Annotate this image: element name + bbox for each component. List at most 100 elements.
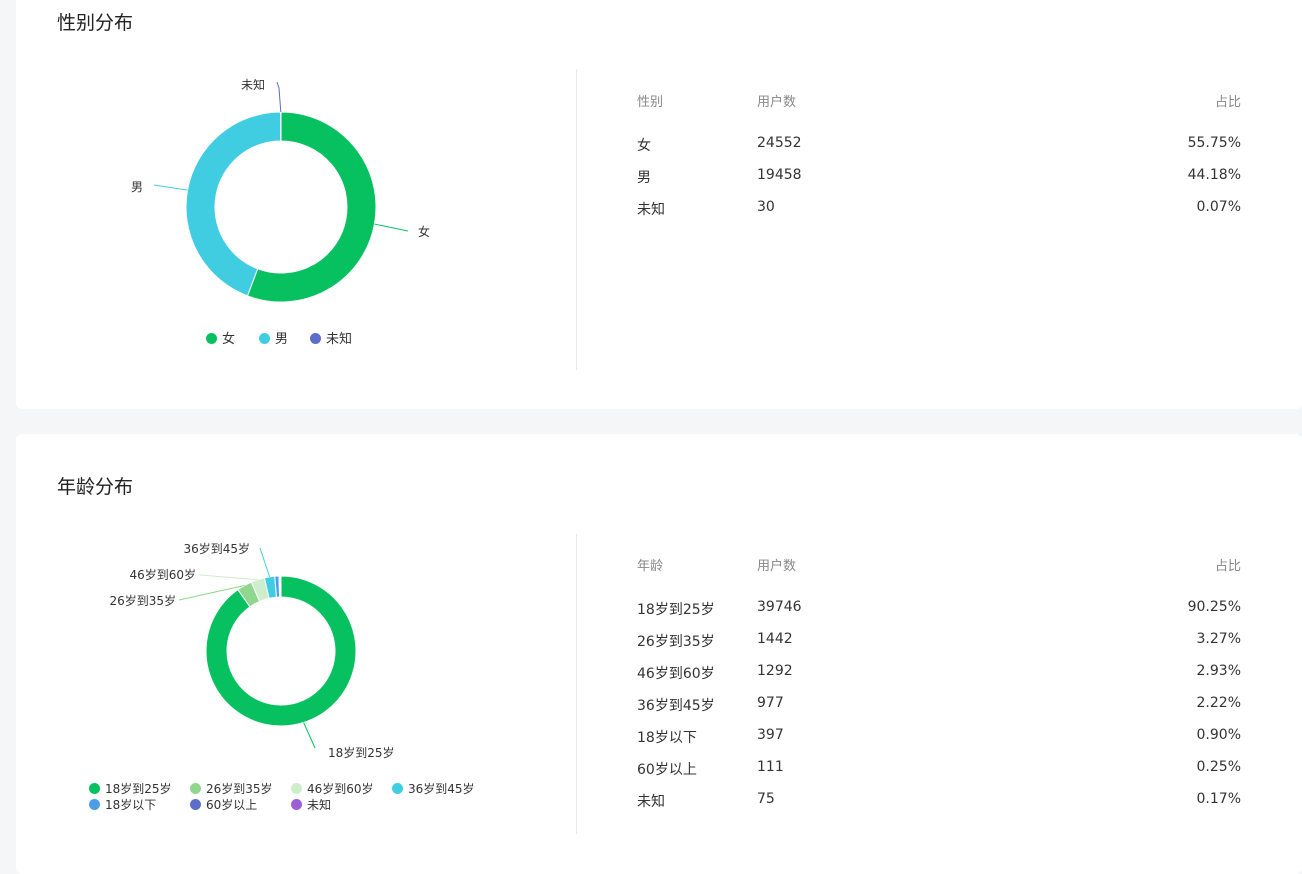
legend-label: 26岁到35岁: [206, 782, 273, 796]
row-percent: 0.90%: [1197, 727, 1241, 743]
leader-line: [304, 723, 315, 748]
table-row: 未知 75 0.17%: [637, 791, 1241, 823]
row-label: 未知: [637, 791, 665, 811]
header-percent: 占比: [1215, 555, 1241, 574]
row-percent: 0.17%: [1197, 791, 1241, 807]
gender-donut-chart: 女男未知: [16, 0, 576, 409]
row-count: 75: [757, 791, 775, 807]
row-count: 19458: [757, 167, 802, 183]
pie-slice-7[interactable]: [280, 576, 281, 597]
legend-dot: [89, 799, 100, 810]
legend-label: 18岁到25岁: [105, 782, 172, 796]
slice-label: 未知: [241, 78, 265, 92]
age-divider: [576, 534, 577, 834]
leader-line: [374, 224, 408, 231]
row-count: 24552: [757, 135, 802, 151]
leader-line: [154, 185, 188, 190]
legend-item-unknown[interactable]: 未知: [291, 797, 331, 813]
gender-card: 性别分布 女男未知 女 男 未知 性别 用户数 占比 女2455255.75% …: [16, 0, 1302, 409]
row-count: 111: [757, 759, 784, 775]
row-percent: 0.25%: [1197, 759, 1241, 775]
table-row: 男 19458 44.18%: [637, 167, 1241, 199]
legend-dot: [190, 783, 201, 794]
pie-slice-1[interactable]: [206, 576, 356, 726]
table-row: 18岁以下 397 0.90%: [637, 727, 1241, 759]
row-percent: 55.75%: [1188, 135, 1241, 151]
legend-label: 男: [275, 332, 288, 347]
row-count: 397: [757, 727, 784, 743]
header-gender: 性别: [637, 91, 663, 110]
table-header: 年龄 用户数 占比: [637, 555, 1241, 575]
legend-label: 未知: [307, 798, 331, 812]
row-label: 46岁到60岁: [637, 663, 715, 683]
legend-label: 未知: [326, 332, 352, 347]
legend-item-unknown[interactable]: 未知: [310, 332, 352, 348]
table-row: 46岁到60岁 1292 2.93%: [637, 663, 1241, 695]
header-age: 年龄: [637, 555, 663, 574]
row-label: 36岁到45岁: [637, 695, 715, 715]
row-label: 男: [637, 167, 651, 187]
row-percent: 90.25%: [1188, 599, 1241, 615]
table-row: 18岁到25岁 39746 90.25%: [637, 599, 1241, 631]
legend-dot: [89, 783, 100, 794]
age-card: 年龄分布 18岁到25岁26岁到35岁46岁到60岁36岁到45岁 18岁到25…: [16, 434, 1302, 874]
row-label: 未知: [637, 199, 665, 219]
legend-item-26-35[interactable]: 26岁到35岁: [190, 781, 273, 797]
gender-divider: [576, 69, 577, 370]
legend-dot: [259, 333, 270, 344]
legend-dot: [206, 333, 217, 344]
row-count: 30: [757, 199, 775, 215]
slice-label: 18岁到25岁: [328, 745, 395, 760]
table-row: 60岁以上 111 0.25%: [637, 759, 1241, 791]
legend-item-46-60[interactable]: 46岁到60岁: [291, 781, 374, 797]
legend-dot: [291, 783, 302, 794]
legend-item-under-18[interactable]: 18岁以下: [89, 797, 156, 813]
legend-dot: [291, 799, 302, 810]
leader-line: [277, 82, 281, 112]
legend-dot: [190, 799, 201, 810]
legend-item-18-25[interactable]: 18岁到25岁: [89, 781, 172, 797]
row-count: 1442: [757, 631, 793, 647]
row-label: 60岁以上: [637, 759, 697, 779]
slice-label: 26岁到35岁: [109, 593, 176, 608]
row-percent: 44.18%: [1188, 167, 1241, 183]
age-table: 年龄 用户数 占比 18岁到25岁 39746 90.25% 26岁到35岁 1442…: [637, 555, 1241, 823]
legend-item-over-60[interactable]: 60岁以上: [190, 797, 257, 813]
row-percent: 0.07%: [1197, 199, 1241, 215]
header-users: 用户数: [757, 91, 796, 110]
row-count: 39746: [757, 599, 802, 615]
row-label: 女: [637, 135, 651, 155]
row-label: 18岁到25岁: [637, 599, 715, 619]
row-percent: 3.27%: [1197, 631, 1241, 647]
table-row: 未知 30 0.07%: [637, 199, 1241, 231]
slice-label: 女: [418, 224, 430, 239]
slice-label: 46岁到60岁: [129, 567, 196, 582]
leader-line: [200, 575, 258, 580]
pie-slice-2[interactable]: [186, 112, 281, 296]
row-percent: 2.93%: [1197, 663, 1241, 679]
legend-label: 46岁到60岁: [307, 782, 374, 796]
table-header: 性别 用户数 占比: [637, 91, 1241, 111]
slice-label: 男: [131, 180, 143, 194]
row-percent: 2.22%: [1197, 695, 1241, 711]
leader-line: [260, 548, 270, 577]
legend-dot: [392, 783, 403, 794]
row-count: 1292: [757, 663, 793, 679]
gender-table: 性别 用户数 占比 女 24552 55.75% 男 19458 44.18% 未知 30…: [637, 91, 1241, 231]
row-count: 977: [757, 695, 784, 711]
legend-label: 36岁到45岁: [408, 782, 475, 796]
table-row: 36岁到45岁 977 2.22%: [637, 695, 1241, 727]
legend-label: 女: [222, 332, 235, 347]
legend-dot: [310, 333, 321, 344]
table-row: 女 24552 55.75%: [637, 135, 1241, 167]
legend-item-36-45[interactable]: 36岁到45岁: [392, 781, 475, 797]
row-label: 18岁以下: [637, 727, 697, 747]
header-users: 用户数: [757, 555, 796, 574]
legend-item-female[interactable]: 女: [206, 332, 235, 348]
row-label: 26岁到35岁: [637, 631, 715, 651]
legend-item-male[interactable]: 男: [259, 332, 288, 348]
header-percent: 占比: [1215, 91, 1241, 110]
legend-label: 18岁以下: [105, 798, 156, 812]
table-row: 26岁到35岁 1442 3.27%: [637, 631, 1241, 663]
slice-label: 36岁到45岁: [183, 541, 250, 556]
